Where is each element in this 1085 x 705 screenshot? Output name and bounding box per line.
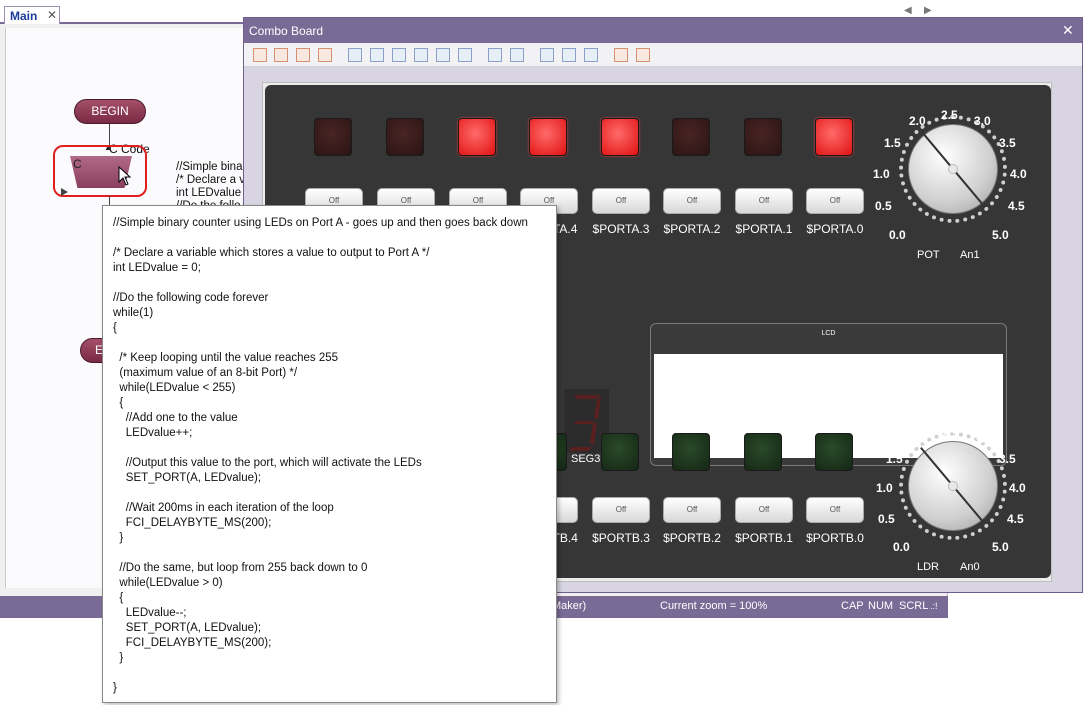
pot-center [948,164,958,174]
portb-switch-0[interactable]: Off [806,497,864,523]
porta-led-6 [386,118,424,156]
ldr-scale-7: 3.5 [999,452,1016,466]
ldr-label: LDR [917,561,940,573]
pot-scale-9: 4.5 [1008,199,1025,213]
pot-scale-1: 0.5 [875,199,892,213]
pot-scale-3: 1.5 [884,136,901,150]
pot-scale-10: 5.0 [992,228,1009,242]
flow-arrow-icon [61,188,68,196]
porta-label: $PORTA.3 [592,222,650,236]
porta-led-4 [529,118,567,156]
align-right-icon[interactable] [392,48,406,62]
code-tooltip: //Simple binary counter using LEDs on Po… [102,205,557,703]
combo-title: Combo Board [249,24,324,38]
toolbar-group-icon[interactable] [253,48,267,62]
ccode-letter: C [73,157,82,171]
porta-label: $PORTA.1 [735,222,793,236]
align-left-icon[interactable] [348,48,362,62]
pot-scale-7: 3.5 [999,136,1016,150]
porta-led-2 [672,118,710,156]
porta-label: $PORTA.0 [806,222,864,236]
ldr-scale-3: 1.5 [886,452,903,466]
portb-switch-2[interactable]: Off [663,497,721,523]
code-tooltip-text: //Simple binary counter using LEDs on Po… [113,217,528,694]
ldr-scale-2: 1.0 [876,481,893,495]
portb-switch-3[interactable]: Off [592,497,650,523]
ldr-center [948,481,958,491]
toolbar-ungroup-icon[interactable] [274,48,288,62]
portb-switch-1[interactable]: Off [735,497,793,523]
porta-label: $PORTA.2 [663,222,721,236]
distribute-horizontal-icon[interactable] [488,48,502,62]
scroll-right-icon[interactable]: ▶ [924,5,932,16]
tab-main[interactable]: Main ✕ [4,6,60,24]
combo-toolbar [244,43,1082,67]
same-width-icon[interactable] [540,48,554,62]
ldr-scale-8: 4.0 [1009,481,1026,495]
portb-led-3 [601,433,639,471]
combo-titlebar[interactable]: Combo Board ✕ [244,18,1082,43]
seven-segment-label: SEG3 [571,453,601,465]
lcd-title: LCD [821,330,836,337]
align-bottom-icon[interactable] [458,48,472,62]
ldr-scale-10: 5.0 [992,540,1009,554]
pot-scale-8: 4.0 [1010,167,1027,181]
scroll-left-icon[interactable]: ◀ [904,5,912,16]
porta-led-7 [314,118,352,156]
portb-led-0 [815,433,853,471]
pot-scale-6: 3.0 [974,114,991,128]
center-horizontal-icon[interactable] [614,48,628,62]
same-size-icon[interactable] [584,48,598,62]
toolbar-back-icon[interactable] [318,48,332,62]
porta-switch-3[interactable]: Off [592,188,650,214]
pot-label: POT [917,249,940,261]
resize-grip-icon[interactable]: .:! [930,601,938,611]
portb-led-2 [672,433,710,471]
pot-scale-5: 2.5 [941,108,958,122]
center-vertical-icon[interactable] [636,48,650,62]
mouse-cursor-icon [118,166,132,186]
ldr-scale-1: 0.5 [878,512,895,526]
portb-label: $PORTB.3 [592,531,650,545]
status-app-text: Maker) [552,600,587,612]
pot-scale-0: 0.0 [889,228,906,242]
porta-led-3 [601,118,639,156]
porta-switch-2[interactable]: Off [663,188,721,214]
same-height-icon[interactable] [562,48,576,62]
porta-switch-0[interactable]: Off [806,188,864,214]
ldr-scale-6: 3.0 [974,432,991,446]
portb-label: $PORTB.2 [663,531,721,545]
status-num: NUM [868,600,894,612]
porta-led-1 [744,118,782,156]
portb-label: $PORTB.0 [806,531,864,545]
status-cap: CAP [841,600,864,612]
status-scrl: SCRL [899,600,929,612]
align-top-icon[interactable] [414,48,428,62]
porta-led-5 [458,118,496,156]
porta-led-0 [815,118,853,156]
ldr-scale-0: 0.0 [893,540,910,554]
ldr-scale-5: 2.5 [942,426,959,440]
tab-main-label: Main [10,9,38,23]
pot-scale-4: 2.0 [909,114,926,128]
align-middle-icon[interactable] [436,48,450,62]
tab-close-icon[interactable]: ✕ [47,8,57,22]
porta-switch-1[interactable]: Off [735,188,793,214]
align-center-icon[interactable] [370,48,384,62]
portb-label: $PORTB.1 [735,531,793,545]
begin-node[interactable]: BEGIN [74,99,146,124]
status-zoom: Current zoom = 100% [660,600,768,612]
ldr-scale-4: 2.0 [911,432,928,446]
pot-channel: An1 [960,249,980,261]
portb-led-1 [744,433,782,471]
close-icon[interactable]: ✕ [1062,22,1074,39]
pot-scale-2: 1.0 [873,167,890,181]
ldr-channel: An0 [960,561,980,573]
ldr-scale-9: 4.5 [1007,512,1024,526]
distribute-vertical-icon[interactable] [510,48,524,62]
toolbar-front-icon[interactable] [296,48,310,62]
